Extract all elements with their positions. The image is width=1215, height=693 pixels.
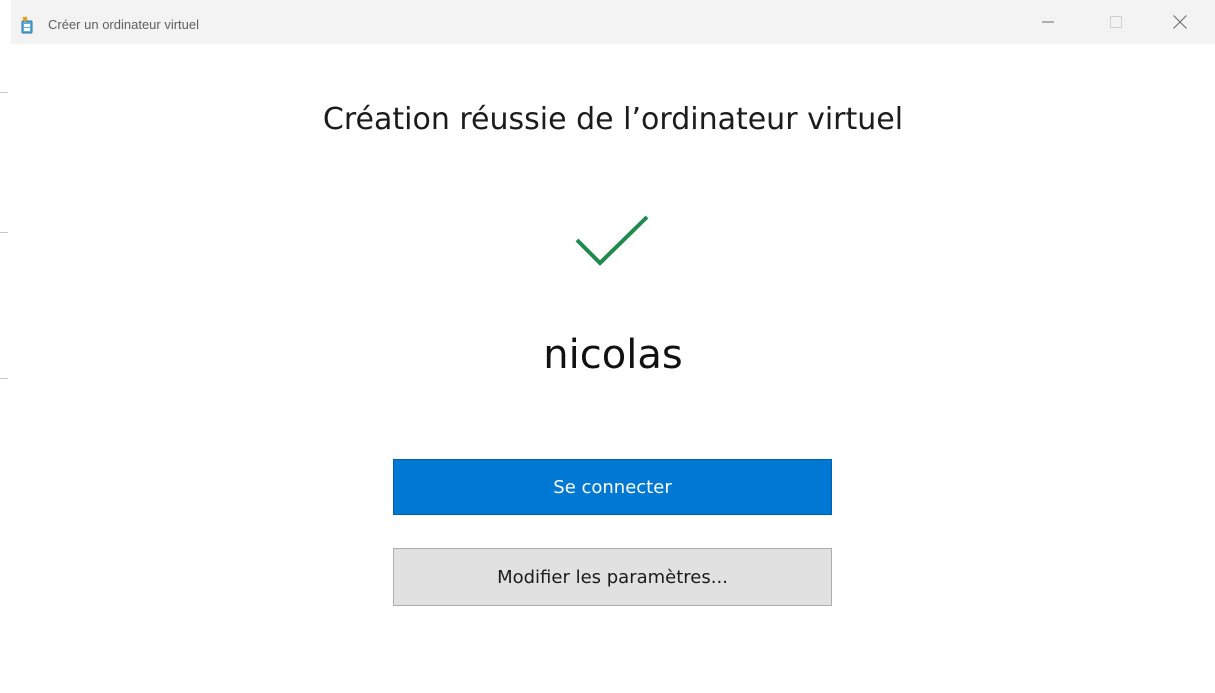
close-button[interactable] [1157, 0, 1203, 44]
edit-settings-button-label: Modifier les paramètres... [497, 566, 728, 588]
window-title: Créer un ordinateur virtuel [48, 17, 200, 32]
minimize-icon [1042, 21, 1054, 23]
virtual-machine-creator-icon [19, 16, 35, 34]
background-divider [0, 92, 8, 93]
maximize-button[interactable] [1093, 0, 1139, 44]
close-icon [1173, 15, 1187, 29]
background-divider [0, 232, 8, 233]
title-bar[interactable]: Créer un ordinateur virtuel [11, 0, 1215, 44]
screen: Créer un ordinateur virtuel Création réu… [0, 0, 1215, 693]
page-title: Création réussie de l’ordinateur virtuel [322, 102, 904, 137]
vm-name: nicolas [543, 332, 683, 378]
create-vm-window: Créer un ordinateur virtuel Création réu… [11, 0, 1215, 693]
connect-button[interactable]: Se connecter [393, 459, 832, 515]
minimize-button[interactable] [1025, 0, 1071, 44]
content-area: Création réussie de l’ordinateur virtuel… [11, 44, 1215, 693]
checkmark-icon [574, 214, 650, 270]
maximize-icon [1110, 16, 1122, 28]
edit-settings-button[interactable]: Modifier les paramètres... [393, 548, 832, 606]
connect-button-label: Se connecter [553, 476, 672, 498]
background-divider [0, 378, 8, 379]
